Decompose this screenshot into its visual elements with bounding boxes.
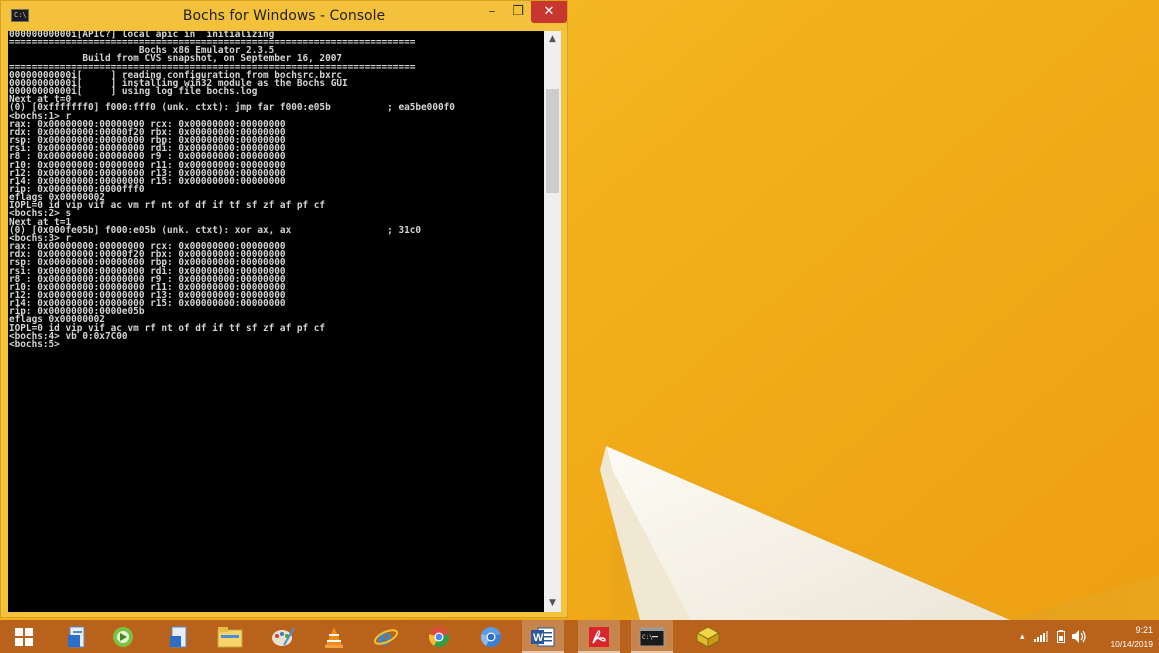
- word-icon: W: [531, 627, 555, 646]
- show-hidden-icons-arrow[interactable]: ▴: [1020, 631, 1025, 642]
- clock-date[interactable]: 10/14/2019: [1093, 639, 1153, 649]
- taskbar-word[interactable]: W: [522, 620, 564, 653]
- vlc-icon: [325, 626, 343, 648]
- vertical-scrollbar[interactable]: ▲ ▼: [544, 31, 561, 612]
- cmd-glyph: C:\: [642, 634, 653, 641]
- scrollbar-thumb[interactable]: [546, 89, 559, 193]
- scroll-up-arrow-icon[interactable]: ▲: [544, 31, 561, 48]
- document-icon: [170, 626, 187, 647]
- terminal-line: <bochs:5>: [9, 338, 60, 350]
- network-signal-icon[interactable]: [1034, 631, 1048, 642]
- taskbar-command-prompt[interactable]: C:\: [631, 620, 673, 653]
- word-letter: W: [533, 632, 544, 644]
- taskbar: e W C:\: [0, 620, 1159, 653]
- file-manager-icon: [217, 626, 243, 647]
- acrobat-icon: [589, 626, 609, 647]
- file-explorer-icon: [68, 626, 85, 647]
- windows-logo-icon: [15, 627, 33, 646]
- terminal-line: <bochs:4> vb 0:0x7C00: [9, 330, 128, 342]
- scroll-down-arrow-icon[interactable]: ▼: [544, 595, 561, 612]
- terminal-output[interactable]: 00000000000i[APIC?] local apic in initia…: [8, 31, 545, 612]
- battery-icon[interactable]: [1057, 630, 1065, 643]
- maximize-button[interactable]: ❐: [505, 1, 531, 23]
- minimize-button[interactable]: –: [479, 1, 505, 23]
- app-icon: [113, 626, 133, 647]
- taskbar-chrome-alt[interactable]: [470, 620, 512, 653]
- taskbar-internet-explorer[interactable]: e: [365, 620, 407, 653]
- terminal-line: (0) [0x000fe05b] f000:e05b (unk. ctxt): …: [9, 224, 422, 236]
- chrome-icon: [429, 626, 449, 647]
- internet-explorer-icon: e: [373, 625, 399, 649]
- terminal-line: IOPL=0 id vip vif ac vm rf nt of df if t…: [9, 200, 326, 212]
- close-button[interactable]: ✕: [531, 1, 567, 23]
- taskbar-document[interactable]: [158, 620, 200, 653]
- chrome-alt-icon: [481, 626, 501, 647]
- taskbar-file-explorer[interactable]: [57, 620, 99, 653]
- start-button[interactable]: [3, 620, 45, 653]
- taskbar-vlc[interactable]: [313, 620, 355, 653]
- terminal-line: (0) [0xfffffff0] f000:fff0 (unk. ctxt): …: [9, 102, 455, 114]
- taskbar-file-manager[interactable]: [209, 620, 251, 653]
- terminal-line: <bochs:2> s: [9, 208, 72, 220]
- taskbar-chrome[interactable]: [418, 620, 460, 653]
- svg-text:e: e: [378, 625, 392, 649]
- console-window: C:\ Bochs for Windows - Console – ❐ ✕ 00…: [0, 0, 568, 618]
- title-bar[interactable]: C:\ Bochs for Windows - Console – ❐ ✕: [1, 1, 567, 31]
- taskbar-bochs[interactable]: [687, 620, 729, 653]
- system-tray: ▴: [1020, 620, 1100, 653]
- bochs-icon: [695, 625, 721, 648]
- volume-icon[interactable]: [1072, 630, 1088, 643]
- paint-icon: [272, 626, 295, 646]
- command-prompt-icon: C:\: [639, 627, 665, 646]
- taskbar-paint[interactable]: [262, 620, 304, 653]
- clock-time[interactable]: 9:21: [1093, 625, 1153, 635]
- terminal-line: 00000000000i[ ] using log file bochs.log: [9, 86, 258, 98]
- console-client-area[interactable]: 00000000000i[APIC?] local apic in initia…: [8, 31, 561, 612]
- taskbar-app[interactable]: [102, 620, 144, 653]
- taskbar-acrobat[interactable]: [578, 620, 620, 653]
